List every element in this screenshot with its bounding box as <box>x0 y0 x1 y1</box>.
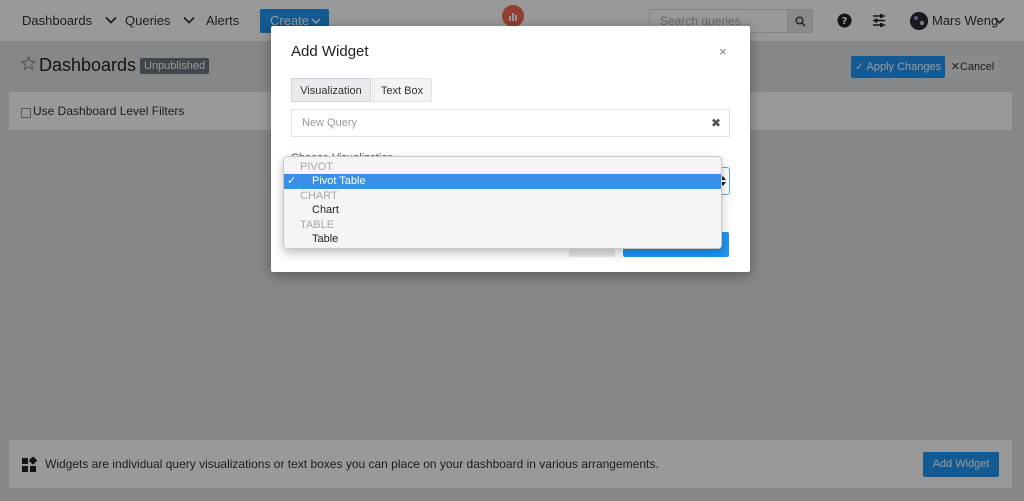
tab-visualization[interactable]: Visualization <box>291 78 371 102</box>
clear-icon[interactable]: ✖ <box>711 110 721 136</box>
dropdown-option-label: Chart <box>312 204 339 216</box>
dropdown-option-label: Table <box>312 233 339 245</box>
visualization-dropdown-list: PIVOT ✓ Pivot Table CHART Chart TABLE Table <box>283 156 722 249</box>
dropdown-group-label: PIVOT <box>300 161 334 173</box>
dialog-title: Add Widget <box>291 43 369 60</box>
tab-text-box[interactable]: Text Box <box>372 78 432 102</box>
close-icon[interactable]: × <box>719 44 727 59</box>
query-select-input[interactable]: New Query ✖ <box>291 109 730 137</box>
checkmark-icon: ✓ <box>287 175 297 187</box>
query-placeholder: New Query <box>302 117 358 129</box>
dropdown-option[interactable]: Chart <box>284 203 721 218</box>
dropdown-option-label: Pivot Table <box>312 175 366 187</box>
dropdown-option[interactable]: Table <box>284 232 721 247</box>
dropdown-option[interactable]: ✓ Pivot Table <box>284 174 721 189</box>
dropdown-group-label: TABLE <box>300 219 335 231</box>
dropdown-group-label: CHART <box>300 190 338 202</box>
